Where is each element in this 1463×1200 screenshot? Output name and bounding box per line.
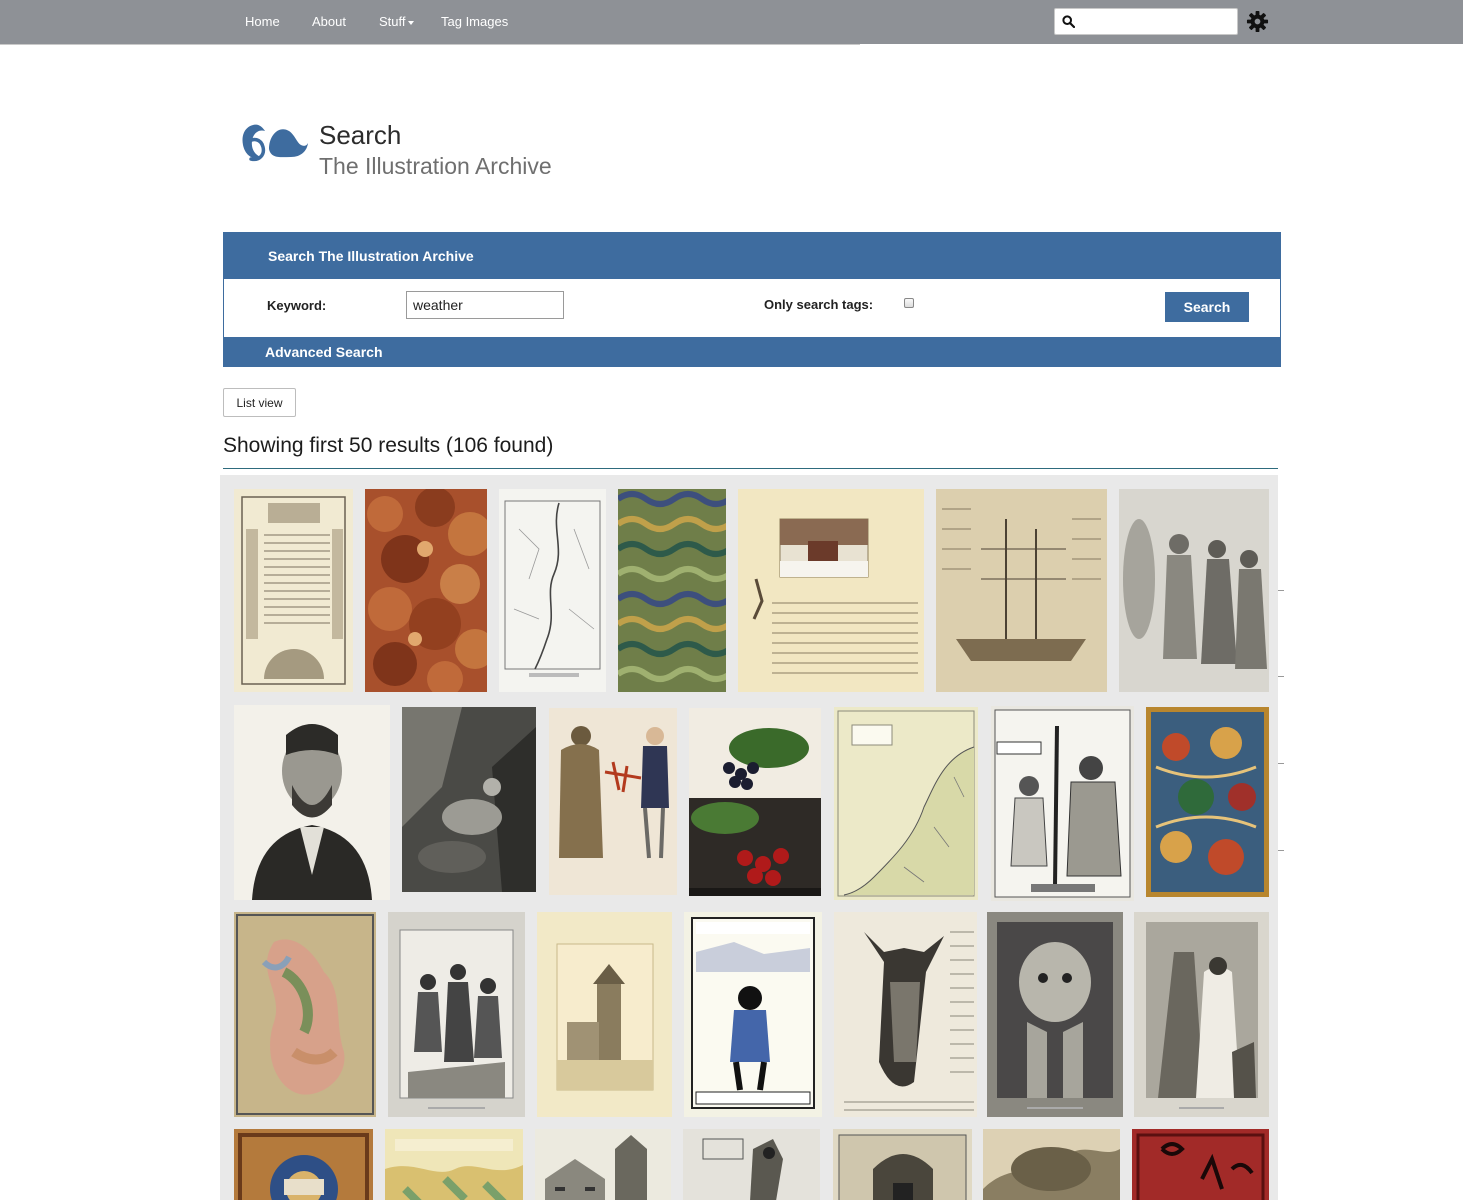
thumb-image: [241, 496, 346, 685]
gallery-thumb[interactable]: [234, 489, 353, 692]
gear-icon[interactable]: [1246, 10, 1269, 33]
thumb-image: [689, 708, 821, 896]
gallery-thumb[interactable]: [618, 489, 726, 692]
gallery-thumb[interactable]: [1119, 489, 1269, 692]
gallery-thumb[interactable]: [1132, 1129, 1269, 1200]
top-search-input[interactable]: [1081, 12, 1231, 31]
top-search-box: [1054, 8, 1238, 35]
gallery-thumb[interactable]: [549, 708, 677, 895]
search-panel-header: Search The Illustration Archive: [224, 233, 1280, 279]
thumb-image: [983, 1147, 1120, 1200]
illustration-archive-logo[interactable]: [239, 119, 309, 165]
thumb-image: [252, 724, 372, 900]
thumb-image: [399, 929, 514, 1109]
thumb-image: [1146, 922, 1258, 1109]
thumb-image: [994, 709, 1131, 898]
gallery-thumb[interactable]: [689, 708, 821, 896]
thumb-image: [997, 922, 1113, 1109]
gallery-thumb[interactable]: [1146, 707, 1269, 897]
gallery-thumb[interactable]: [738, 489, 924, 692]
edge-mark: [1278, 590, 1284, 591]
gallery-thumb[interactable]: [499, 489, 606, 692]
advanced-search-toggle[interactable]: Advanced Search: [224, 337, 1280, 366]
thumb-image: [385, 1139, 523, 1200]
nav-home[interactable]: Home: [245, 14, 280, 29]
page-title: Search: [319, 120, 402, 150]
gallery-thumb[interactable]: [234, 705, 390, 900]
thumb-image: [752, 518, 918, 674]
thumb-image: [236, 914, 374, 1115]
thumb-image: [402, 707, 536, 892]
search-icon: [1062, 15, 1075, 28]
thumb-image: [838, 1134, 967, 1200]
gallery-thumb[interactable]: [684, 912, 822, 1117]
gallery-thumb[interactable]: [683, 1129, 820, 1200]
gallery-thumb[interactable]: [834, 912, 977, 1117]
thumb-image: [837, 710, 975, 897]
nav-stuff-label: Stuff: [379, 14, 406, 29]
thumb-image: [559, 726, 669, 859]
results-heading: Showing first 50 results (106 found): [223, 434, 554, 457]
keyword-label: Keyword:: [267, 298, 327, 313]
only-tags-checkbox[interactable]: [904, 298, 914, 308]
image-gallery: [220, 475, 1278, 1200]
edge-mark: [1278, 763, 1284, 764]
top-navbar: Home About Stuff Tag Images: [0, 0, 1463, 44]
search-button[interactable]: Search: [1165, 292, 1249, 322]
gallery-thumb[interactable]: [388, 912, 525, 1117]
gallery-thumb[interactable]: [402, 707, 536, 892]
thumb-image: [942, 508, 1101, 661]
gallery-thumb[interactable]: [234, 912, 376, 1117]
gallery-thumb[interactable]: [983, 1129, 1120, 1200]
thumb-image: [1136, 1133, 1265, 1200]
thumb-image: [545, 1135, 647, 1200]
gallery-thumb[interactable]: [991, 706, 1134, 901]
thumb-image: [844, 931, 974, 1111]
gallery-thumb[interactable]: [535, 1129, 671, 1200]
edge-mark: [1278, 850, 1284, 851]
chevron-down-icon: [407, 20, 414, 25]
keyword-input[interactable]: [406, 291, 564, 319]
thumb-image: [1146, 707, 1269, 897]
search-panel: Search The Illustration Archive Keyword:…: [223, 232, 1281, 367]
thumb-image: [1123, 519, 1267, 669]
advanced-search-label: Advanced Search: [265, 344, 383, 360]
thumb-image: [367, 489, 487, 692]
gallery-thumb[interactable]: [936, 489, 1107, 692]
thumb-image: [691, 917, 815, 1109]
gallery-thumb[interactable]: [987, 912, 1123, 1117]
nav-divider: [0, 44, 860, 45]
nav-stuff[interactable]: Stuff: [379, 14, 414, 29]
edge-mark: [1278, 676, 1284, 677]
thumb-image: [504, 500, 601, 677]
only-tags-label: Only search tags:: [764, 297, 874, 312]
gallery-thumb[interactable]: [537, 912, 672, 1117]
thumb-image: [238, 1133, 369, 1200]
nav-tag-images[interactable]: Tag Images: [441, 14, 508, 29]
gallery-thumb[interactable]: [834, 707, 978, 900]
gallery-thumb[interactable]: [365, 489, 487, 692]
thumb-image: [702, 1138, 783, 1200]
thumb-image: [556, 943, 654, 1091]
nav-about[interactable]: About: [312, 14, 346, 29]
gallery-thumb[interactable]: [1134, 912, 1269, 1117]
gallery-thumb[interactable]: [385, 1129, 523, 1200]
search-panel-title: Search The Illustration Archive: [268, 248, 474, 264]
thumb-image: [618, 491, 726, 682]
list-view-button[interactable]: List view: [223, 388, 296, 417]
results-divider: [223, 468, 1278, 469]
gallery-thumb[interactable]: [234, 1129, 373, 1200]
gallery-thumb[interactable]: [833, 1129, 972, 1200]
page-subtitle: The Illustration Archive: [319, 153, 552, 179]
